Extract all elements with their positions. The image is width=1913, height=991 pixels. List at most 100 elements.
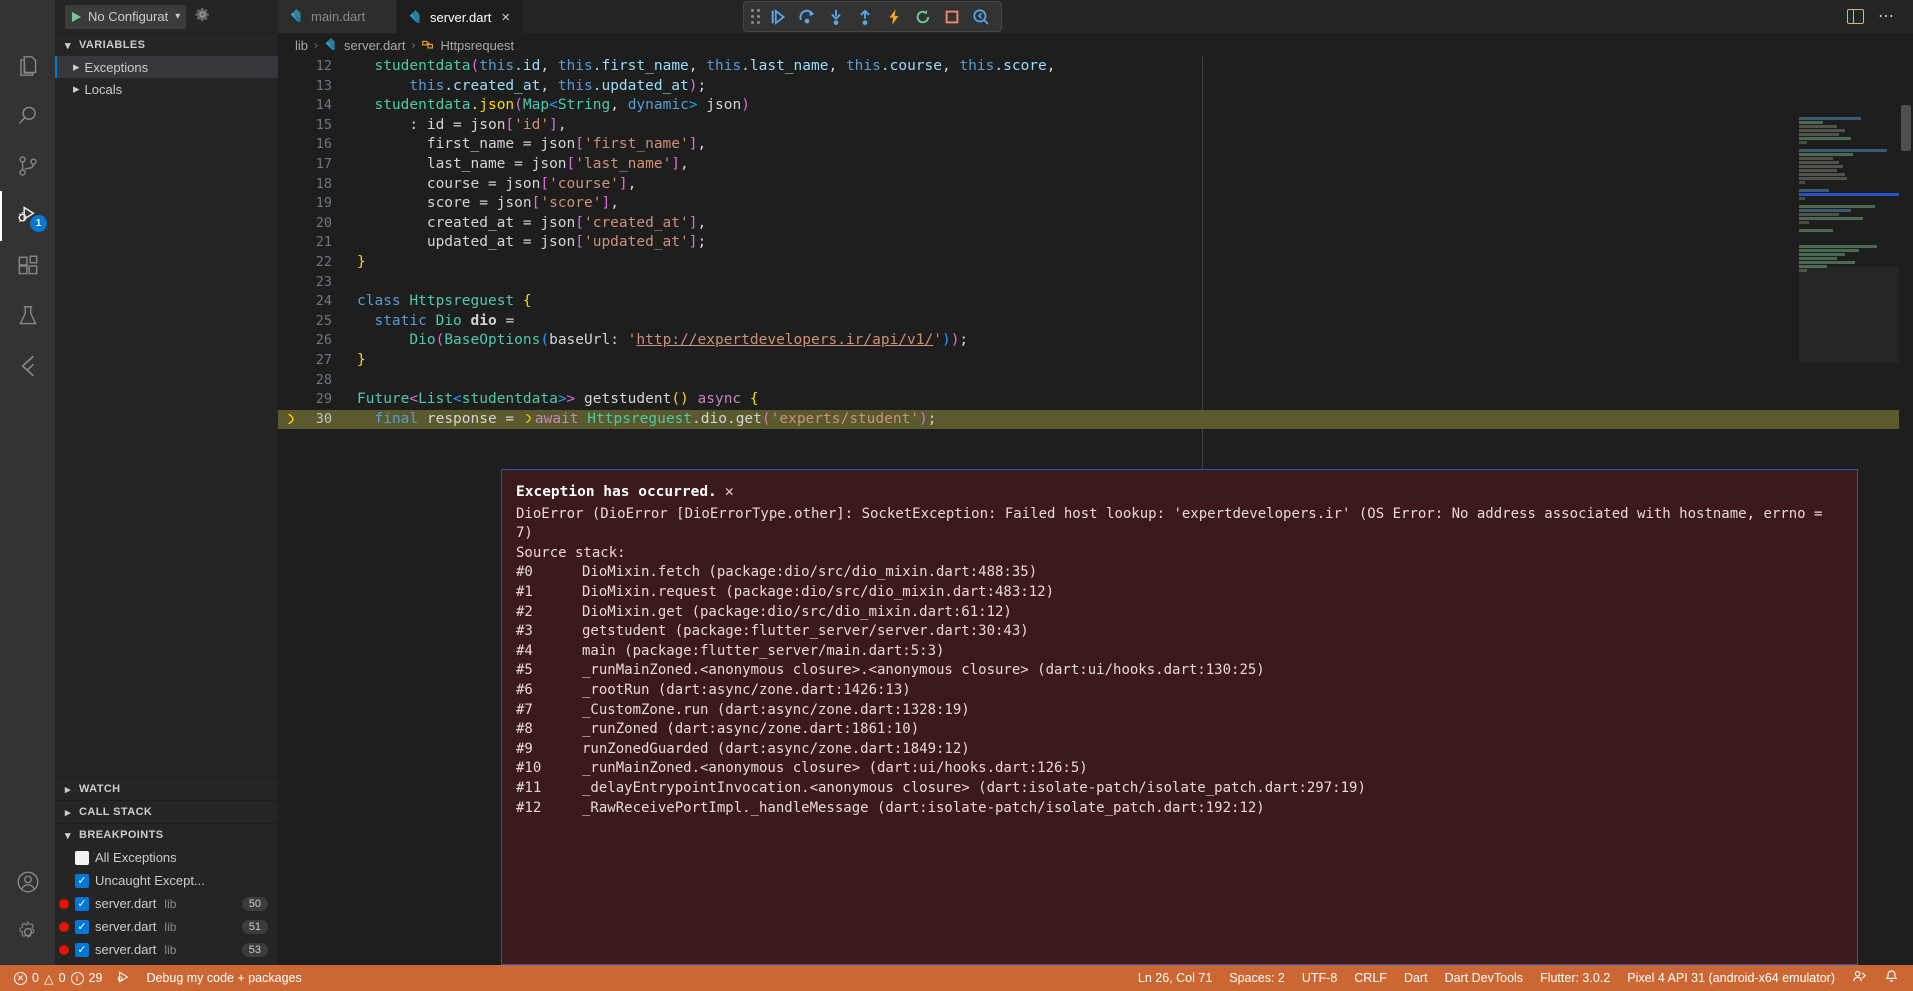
close-icon[interactable]: ✕ [725,482,734,500]
gutter-margin[interactable] [278,194,306,214]
code-line[interactable]: 20 created_at = json['created_at'], [278,214,1913,234]
debug-mode-item[interactable]: Debug my code + packages [116,970,302,987]
hot-reload-button[interactable] [881,4,907,30]
code-line[interactable]: 28 [278,371,1913,391]
breadcrumb-item-lib[interactable]: lib [295,38,308,53]
settings-button[interactable] [0,907,55,957]
sidebar-item-search[interactable] [0,91,55,141]
scrollbar-thumb[interactable] [1901,105,1911,151]
gutter-margin[interactable] [278,116,306,136]
code-line[interactable]: 23 [278,273,1913,293]
watch-panel-header[interactable]: ▸ WATCH [55,777,278,800]
sidebar-item-extensions[interactable] [0,241,55,291]
gutter-margin[interactable] [278,292,306,312]
gutter-margin[interactable] [278,135,306,155]
run-configuration-dropdown[interactable]: No Configurat ▾ [65,4,187,29]
gutter-margin[interactable] [278,57,306,77]
variables-panel-header[interactable]: ▾ VARIABLES [55,33,278,56]
stack-frame-row[interactable]: #0 DioMixin.fetch (package:dio/src/dio_mi… [516,563,1843,583]
code-line[interactable]: 17 last_name = json['last_name'], [278,155,1913,175]
code-line[interactable]: 27} [278,351,1913,371]
code-line[interactable]: 19 score = json['score'], [278,194,1913,214]
code-lines[interactable]: 12 studentdata(this.id, this.first_name,… [278,57,1913,430]
code-line[interactable]: 22} [278,253,1913,273]
step-into-button[interactable] [823,4,849,30]
code-line[interactable]: 25 static Dio dio = [278,312,1913,332]
code-line[interactable]: 14 studentdata.json(Map<String, dynamic>… [278,96,1913,116]
dart-devtools-item[interactable]: Dart DevTools [1445,971,1524,985]
checkbox-checked-icon[interactable]: ✓ [75,942,89,957]
code-line[interactable]: 15 : id = json['id'], [278,116,1913,136]
gutter-margin[interactable] [278,77,306,97]
stack-frame-row[interactable]: #1 DioMixin.request (package:dio/src/dio_… [516,583,1843,603]
variable-row-exceptions[interactable]: ▸ Exceptions [55,56,278,78]
stop-button[interactable] [939,4,965,30]
indentation-indicator[interactable]: Spaces: 2 [1229,971,1285,985]
eol-indicator[interactable]: CRLF [1354,971,1387,985]
gutter-margin[interactable] [278,371,306,391]
editor-scrollbar[interactable] [1899,57,1913,965]
code-line[interactable]: 30 final response = await Httpsreguest.d… [278,409,1913,430]
toggle-panel-icon[interactable] [1847,9,1864,24]
sidebar-item-flutter[interactable] [0,341,55,391]
breakpoint-row[interactable]: ✓ server.dart lib 51 [55,915,278,938]
sidebar-item-explorer[interactable] [0,41,55,91]
code-line[interactable]: 13 this.created_at, this.updated_at); [278,77,1913,97]
checkbox-unchecked-icon[interactable] [75,850,89,865]
code-line[interactable]: 26 Dio(BaseOptions(baseUrl: 'http://expe… [278,331,1913,351]
gutter-margin[interactable] [278,233,306,253]
line-col-indicator[interactable]: Ln 26, Col 71 [1138,971,1212,985]
stack-frame-row[interactable]: #9 runZonedGuarded (dart:async/zone.dart:… [516,740,1843,760]
bell-icon[interactable] [1884,969,1899,987]
breakpoint-row[interactable]: All Exceptions [55,846,278,869]
continue-button[interactable] [765,4,791,30]
stack-frame-row[interactable]: #7 _CustomZone.run (dart:async/zone.dart:… [516,701,1843,721]
tab-server-dart[interactable]: server.dart × [396,0,524,33]
breakpoint-row[interactable]: ✓ server.dart lib 50 [55,892,278,915]
gear-icon[interactable] [194,6,211,28]
variable-row-locals[interactable]: ▸ Locals [55,78,278,100]
device-selector-item[interactable]: Pixel 4 API 31 (android-x64 emulator) [1627,971,1835,985]
drag-handle[interactable] [751,9,760,24]
code-line[interactable]: 12 studentdata(this.id, this.first_name,… [278,57,1913,77]
accounts-button[interactable] [0,857,55,907]
stack-frame-row[interactable]: #12 _RawReceivePortImpl._handleMessage (d… [516,799,1843,819]
code-line[interactable]: 16 first_name = json['first_name'], [278,135,1913,155]
stack-frame-row[interactable]: #4 main (package:flutter_server/main.dart… [516,642,1843,662]
gutter-margin[interactable] [278,351,306,371]
inspect-widget-button[interactable] [968,4,994,30]
stack-frame-row[interactable]: #5 _runMainZoned.<anonymous closure>.<ano… [516,661,1843,681]
gutter-margin[interactable] [278,390,306,410]
gutter-margin[interactable] [278,96,306,116]
code-line[interactable]: 29 Future<List<studentdata>> getstudent()… [278,390,1913,410]
callstack-panel-header[interactable]: ▸ CALL STACK [55,800,278,823]
code-line[interactable]: 24 class Httpsreguest { [278,292,1913,312]
breadcrumb-item-file[interactable]: server.dart [324,37,405,53]
stack-frame-row[interactable]: #10 _runMainZoned.<anonymous closure> (da… [516,759,1843,779]
sidebar-item-testing[interactable] [0,291,55,341]
gutter-margin[interactable] [278,331,306,351]
step-out-button[interactable] [852,4,878,30]
restart-button[interactable] [910,4,936,30]
gutter-margin[interactable] [278,175,306,195]
gutter-margin[interactable] [278,214,306,234]
gutter-margin[interactable] [278,273,306,293]
sidebar-item-run-and-debug[interactable]: 1 [0,191,55,241]
checkbox-checked-icon[interactable]: ✓ [75,919,89,934]
sidebar-item-source-control[interactable] [0,141,55,191]
close-icon[interactable]: × [501,10,510,25]
encoding-indicator[interactable]: UTF-8 [1302,971,1337,985]
stack-frame-row[interactable]: #11 _delayEntrypointInvocation.<anonymous… [516,779,1843,799]
remote-icon[interactable] [1852,969,1867,987]
language-mode-indicator[interactable]: Dart [1404,971,1428,985]
more-actions-icon[interactable]: ⋯ [1878,8,1895,24]
breakpoint-row[interactable]: ✓ server.dart lib 53 [55,938,278,961]
stack-frame-row[interactable]: #6 _rootRun (dart:async/zone.dart:1426:13… [516,681,1843,701]
stack-frame-row[interactable]: #2 DioMixin.get (package:dio/src/dio_mixi… [516,603,1843,623]
checkbox-checked-icon[interactable]: ✓ [75,873,89,888]
code-line[interactable]: 18 course = json['course'], [278,175,1913,195]
checkbox-checked-icon[interactable]: ✓ [75,896,89,911]
breadcrumb-item-symbol[interactable]: Httpsrequest [421,37,514,54]
gutter-margin[interactable] [278,312,306,332]
problems-indicator[interactable]: ✕ 0 △ 0 i 29 [14,971,102,986]
